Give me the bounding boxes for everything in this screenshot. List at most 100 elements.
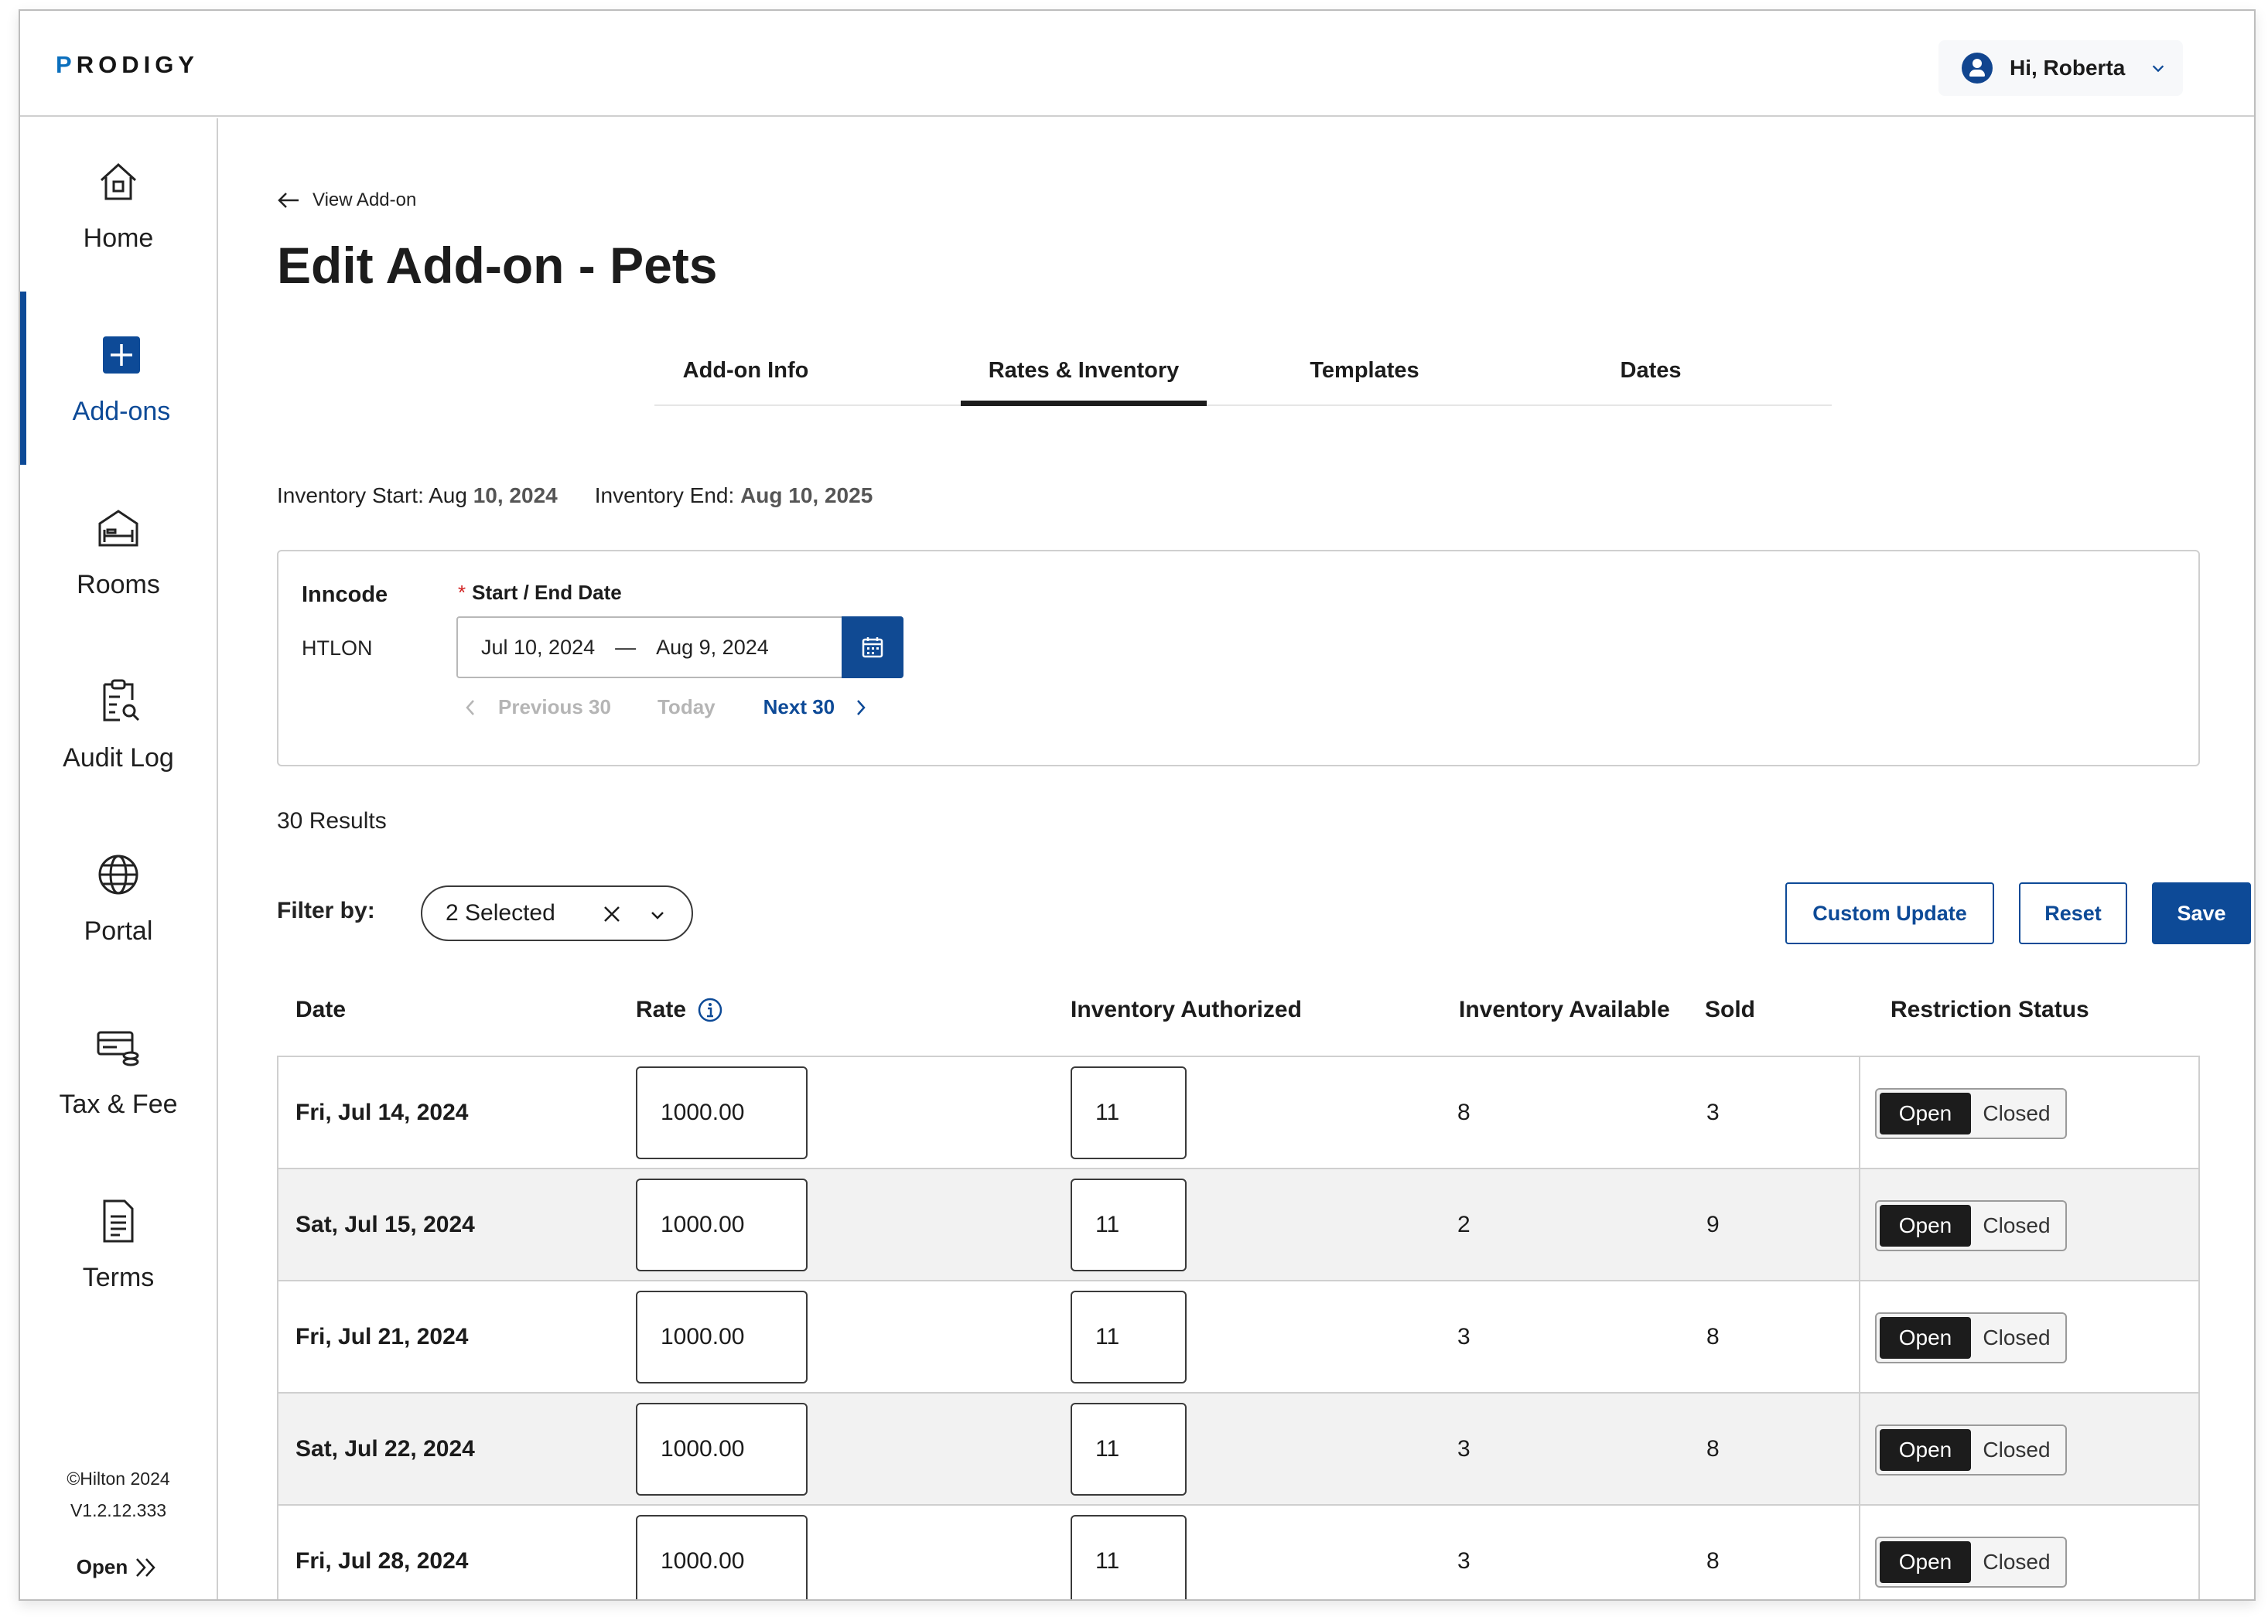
inventory-authorized-input[interactable]: 11: [1071, 1179, 1187, 1271]
globe-icon: [98, 855, 138, 894]
date-range-field[interactable]: Jul 10, 2024 — Aug 9, 2024: [456, 616, 903, 678]
rate-input[interactable]: 1000.00: [636, 1515, 808, 1599]
end-date-value[interactable]: Aug 9, 2024: [656, 636, 769, 660]
user-greeting: Hi, Roberta: [2010, 56, 2126, 80]
inventory-available-cell: 3: [1457, 1547, 1470, 1574]
column-header-inventory-authorized: Inventory Authorized: [1071, 997, 1302, 1022]
sidebar-item-label: Portal: [84, 916, 153, 946]
user-menu[interactable]: Hi, Roberta: [1938, 40, 2183, 96]
tab-bar: Add-on Info Rates & Inventory Templates …: [654, 349, 1832, 406]
filter-selected-value: 2 Selected: [446, 900, 555, 926]
prodigy-logo[interactable]: PRODIGY: [56, 51, 199, 79]
rate-input[interactable]: 1000.00: [636, 1291, 808, 1383]
status-closed-option[interactable]: Closed: [1971, 1541, 2062, 1583]
sidebar-item-add-ons[interactable]: Add-ons: [20, 292, 217, 465]
sidebar-item-label: Home: [83, 223, 154, 253]
inncode-value: HTLON: [302, 636, 373, 660]
column-header-restriction-status: Restriction Status: [1891, 997, 2089, 1022]
restriction-status-toggle: Open Closed: [1875, 1088, 2067, 1139]
sidebar-item-terms[interactable]: Terms: [20, 1158, 217, 1331]
rate-input[interactable]: 1000.00: [636, 1403, 808, 1496]
table-row: Fri, Jul 14, 2024 1000.00 11 8 3 Open Cl…: [278, 1057, 2198, 1169]
document-icon: [103, 1199, 134, 1242]
table-row: Sat, Jul 15, 2024 1000.00 11 2 9 Open Cl…: [278, 1169, 2198, 1281]
status-closed-option[interactable]: Closed: [1971, 1093, 2062, 1134]
status-closed-option[interactable]: Closed: [1971, 1205, 2062, 1247]
sold-cell: 3: [1706, 1099, 1720, 1125]
status-open-option[interactable]: Open: [1880, 1093, 1971, 1134]
close-icon[interactable]: [602, 904, 622, 924]
clipboard-search-icon: [103, 679, 140, 721]
tab-dates[interactable]: Dates: [1581, 349, 1720, 406]
sidebar-item-label: Rooms: [77, 569, 160, 599]
inventory-end-label: Inventory End:: [594, 483, 735, 507]
bed-icon: [98, 509, 138, 546]
previous-30-label: Previous 30: [498, 695, 611, 718]
inventory-available-cell: 3: [1457, 1323, 1470, 1349]
custom-update-button[interactable]: Custom Update: [1785, 882, 1994, 944]
calendar-button[interactable]: [842, 616, 903, 678]
restriction-status-toggle: Open Closed: [1875, 1537, 2067, 1588]
sidebar-item-portal[interactable]: Portal: [20, 811, 217, 984]
reset-button[interactable]: Reset: [2019, 882, 2127, 944]
status-open-option[interactable]: Open: [1880, 1317, 1971, 1359]
home-icon: [100, 162, 137, 200]
inventory-authorized-input[interactable]: 11: [1071, 1291, 1187, 1383]
column-divider: [1859, 1506, 1860, 1599]
table-row: Fri, Jul 28, 2024 1000.00 11 3 8 Open Cl…: [278, 1506, 2198, 1599]
sidebar-item-label: Tax & Fee: [59, 1089, 178, 1119]
inventory-authorized-input[interactable]: 11: [1071, 1515, 1187, 1599]
filter-select[interactable]: 2 Selected: [421, 885, 693, 941]
sidebar-item-rooms[interactable]: Rooms: [20, 465, 217, 638]
column-header-inventory-available: Inventory Available: [1459, 997, 1670, 1022]
rate-input[interactable]: 1000.00: [636, 1179, 808, 1271]
restriction-status-toggle: Open Closed: [1875, 1312, 2067, 1363]
tab-templates[interactable]: Templates: [1287, 349, 1442, 406]
date-range-label-text: Start / End Date: [472, 581, 622, 604]
status-open-option[interactable]: Open: [1880, 1429, 1971, 1471]
top-bar: PRODIGY Hi, Roberta: [20, 11, 2254, 117]
filter-label: Filter by:: [277, 898, 375, 923]
inventory-start-label: Inventory Start:: [277, 483, 424, 507]
inventory-authorized-input[interactable]: 11: [1071, 1403, 1187, 1496]
save-button[interactable]: Save: [2152, 882, 2251, 944]
required-asterisk: *: [458, 581, 466, 604]
double-chevron-right-icon: [136, 1557, 155, 1577]
sold-cell: 8: [1706, 1547, 1720, 1574]
previous-30-button[interactable]: Previous 30: [464, 695, 611, 719]
status-open-option[interactable]: Open: [1880, 1541, 1971, 1583]
table-row: Sat, Jul 22, 2024 1000.00 11 3 8 Open Cl…: [278, 1394, 2198, 1506]
inventory-end: Inventory End: Aug 10, 2025: [595, 483, 873, 508]
inventory-start-month: Aug: [429, 483, 467, 507]
date-cell: Sat, Jul 15, 2024: [295, 1211, 475, 1237]
tab-rates-inventory[interactable]: Rates & Inventory: [961, 349, 1207, 406]
inventory-table: Fri, Jul 14, 2024 1000.00 11 8 3 Open Cl…: [277, 1056, 2200, 1599]
sidebar-item-home[interactable]: Home: [20, 118, 217, 292]
inventory-authorized-input[interactable]: 11: [1071, 1066, 1187, 1159]
sold-cell: 8: [1706, 1323, 1720, 1349]
info-icon[interactable]: [697, 997, 723, 1023]
rate-input[interactable]: 1000.00: [636, 1066, 808, 1159]
back-link[interactable]: View Add-on: [277, 189, 416, 211]
sidebar-item-audit-log[interactable]: Audit Log: [20, 638, 217, 811]
status-closed-option[interactable]: Closed: [1971, 1429, 2062, 1471]
start-date-value[interactable]: Jul 10, 2024: [481, 636, 595, 660]
sold-cell: 8: [1706, 1435, 1720, 1462]
status-open-option[interactable]: Open: [1880, 1205, 1971, 1247]
tab-add-on-info[interactable]: Add-on Info: [654, 349, 837, 406]
user-avatar-icon: [1962, 53, 1993, 84]
open-sidebar-button[interactable]: Open: [20, 1555, 217, 1579]
restriction-status-toggle: Open Closed: [1875, 1200, 2067, 1251]
back-link-label: View Add-on: [313, 189, 417, 210]
column-header-rate-label: Rate: [636, 997, 687, 1022]
next-30-button[interactable]: Next 30: [763, 695, 868, 719]
sidebar-item-tax-fee[interactable]: Tax & Fee: [20, 984, 217, 1158]
open-sidebar-label: Open: [76, 1555, 128, 1578]
today-button[interactable]: Today: [658, 695, 716, 719]
sidebar-item-label: Audit Log: [63, 742, 174, 773]
status-closed-option[interactable]: Closed: [1971, 1317, 2062, 1359]
calendar-icon: [862, 637, 883, 658]
table-row: Fri, Jul 21, 2024 1000.00 11 3 8 Open Cl…: [278, 1281, 2198, 1394]
column-divider: [1859, 1281, 1860, 1392]
inventory-available-cell: 8: [1457, 1099, 1470, 1125]
